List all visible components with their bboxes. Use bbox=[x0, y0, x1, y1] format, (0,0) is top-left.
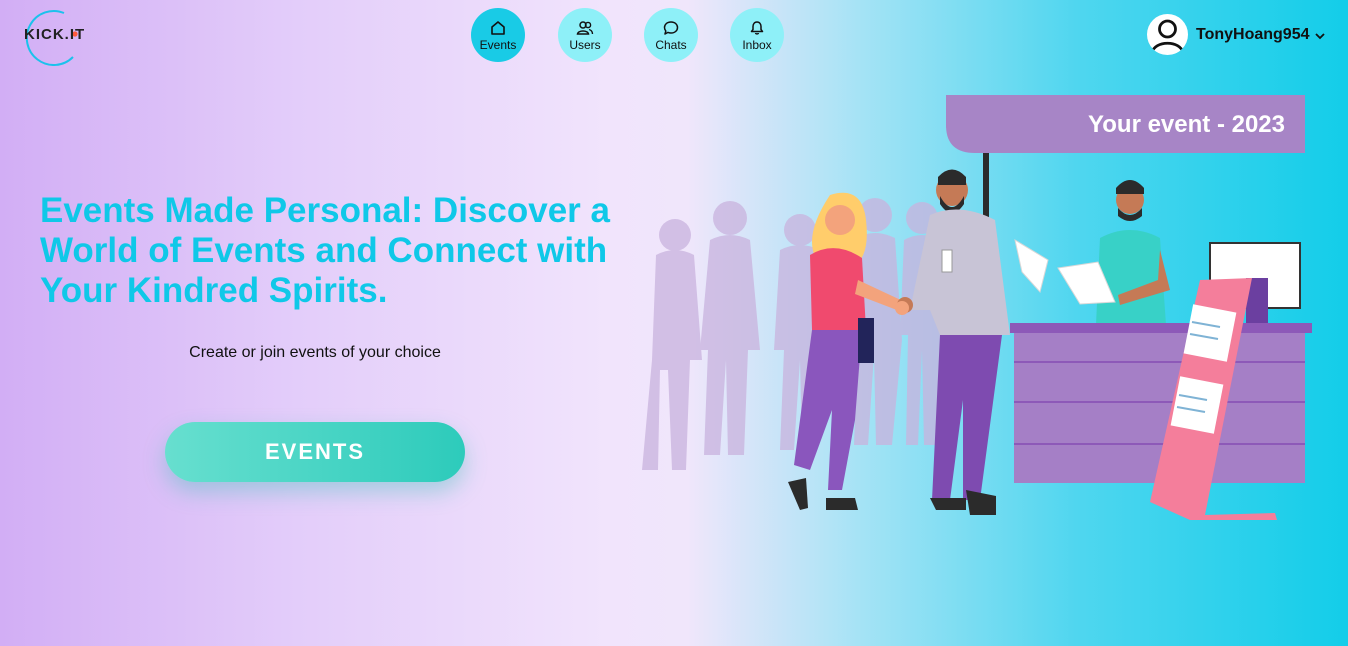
nav-label-users: Users bbox=[569, 37, 601, 52]
username[interactable]: TonyHoang954 bbox=[1196, 26, 1310, 44]
chat-icon bbox=[663, 20, 679, 35]
user-avatar-icon[interactable] bbox=[1147, 14, 1188, 55]
user-menu[interactable]: TonyHoang954 bbox=[1147, 14, 1325, 55]
users-icon bbox=[576, 20, 594, 35]
kickit-logo[interactable]: KICK.IT bbox=[16, 4, 104, 66]
chevron-down-icon[interactable] bbox=[1314, 32, 1325, 40]
events-button[interactable]: EVENTS bbox=[165, 422, 465, 482]
hero-subtitle: Create or join events of your choice bbox=[189, 344, 441, 361]
hero-illustration: Your event - 2023 bbox=[630, 90, 1320, 530]
nav-item-users[interactable]: Users bbox=[558, 8, 612, 62]
hero-headline: Events Made Personal: Discover a World o… bbox=[40, 191, 610, 310]
crowd-silhouettes bbox=[642, 198, 948, 470]
bell-icon bbox=[750, 20, 764, 35]
nav-label-inbox: Inbox bbox=[742, 37, 772, 52]
nav-label-chats: Chats bbox=[655, 37, 687, 52]
banner-pole bbox=[983, 150, 989, 220]
logo-text: KICK.IT bbox=[24, 26, 85, 43]
nav-item-events[interactable]: Events bbox=[471, 8, 525, 62]
nav-label-events: Events bbox=[479, 37, 517, 52]
nav-item-chats[interactable]: Chats bbox=[644, 8, 698, 62]
home-icon bbox=[491, 20, 505, 35]
nav-item-inbox[interactable]: Inbox bbox=[730, 8, 784, 62]
banner-text: Your event - 2023 bbox=[1088, 111, 1285, 138]
